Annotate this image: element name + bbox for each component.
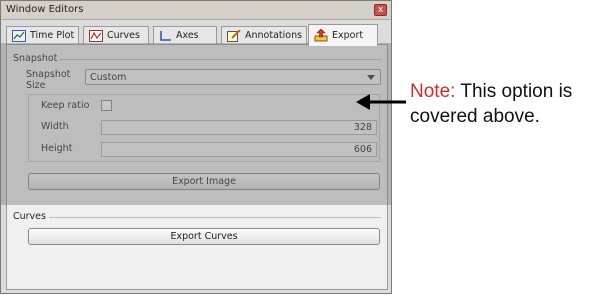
snapshot-size-label-line2: Size xyxy=(26,80,46,91)
tab-label: Axes xyxy=(176,30,199,41)
tab-label: Time Plot xyxy=(30,30,75,41)
width-label: Width xyxy=(41,121,69,132)
window-title: Window Editors xyxy=(6,4,84,15)
close-icon: x xyxy=(377,5,384,15)
chevron-down-icon xyxy=(367,75,375,80)
time-plot-icon xyxy=(12,29,26,42)
snapshot-size-value: Custom xyxy=(90,72,127,83)
height-label: Height xyxy=(41,143,73,154)
curves-group-title: Curves xyxy=(13,211,46,222)
callout-note: Note: This option is covered above. xyxy=(410,79,595,129)
tab-label: Annotations xyxy=(245,30,303,41)
height-field[interactable]: 606 xyxy=(101,142,377,157)
note-prefix: Note: xyxy=(410,81,456,102)
export-icon xyxy=(314,29,328,42)
group-divider xyxy=(49,217,381,218)
keep-ratio-checkbox[interactable] xyxy=(101,100,112,111)
title-bar[interactable]: Window Editors x xyxy=(1,1,391,20)
tab-curves[interactable]: Curves xyxy=(83,26,149,44)
annotations-icon xyxy=(227,29,241,42)
export-image-button[interactable]: Export Image xyxy=(28,173,380,190)
tab-annotations[interactable]: Annotations xyxy=(221,26,307,44)
tab-export[interactable]: Export xyxy=(308,24,378,46)
snapshot-size-select[interactable]: Custom xyxy=(85,69,381,85)
arrow-left-icon xyxy=(356,94,406,110)
tab-axes[interactable]: Axes xyxy=(153,26,217,44)
axes-icon xyxy=(160,30,171,41)
tab-label: Export xyxy=(332,30,364,41)
window-editors: Window Editors x Time Plot Curves Axes A… xyxy=(0,0,392,294)
curves-icon xyxy=(89,29,103,42)
snapshot-group-title: Snapshot xyxy=(13,53,58,64)
export-curves-button[interactable]: Export Curves xyxy=(28,228,380,245)
tab-bar: Time Plot Curves Axes Annotations Export xyxy=(6,24,388,46)
tab-label: Curves xyxy=(107,30,140,41)
close-button[interactable]: x xyxy=(374,4,387,16)
tab-time-plot[interactable]: Time Plot xyxy=(6,26,79,44)
width-field[interactable]: 328 xyxy=(101,120,377,135)
group-divider xyxy=(59,59,381,60)
keep-ratio-label: Keep ratio xyxy=(41,100,90,111)
snapshot-size-label-line1: Snapshot xyxy=(26,69,71,80)
